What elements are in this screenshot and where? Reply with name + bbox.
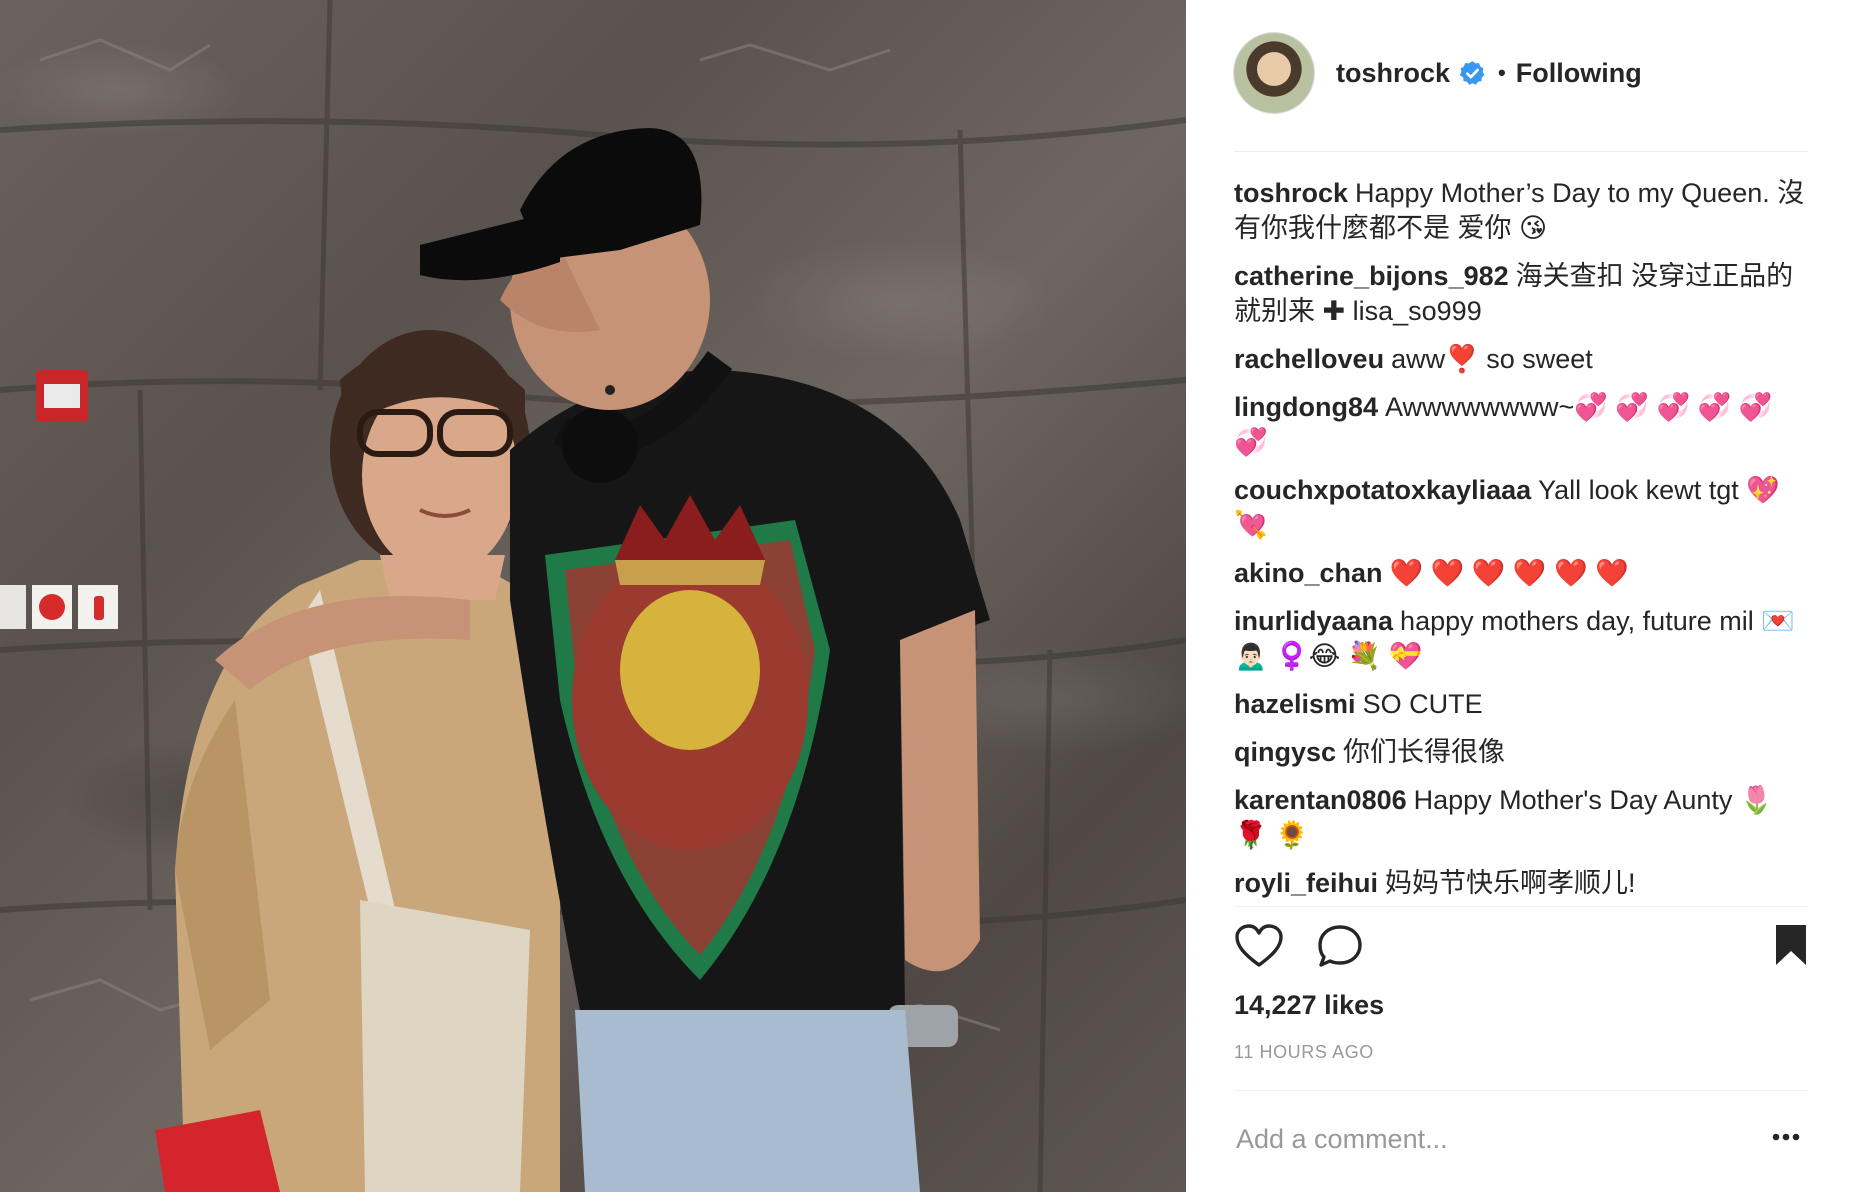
comment-text: ❤️ ❤️ ❤️ ❤️ ❤️ ❤️ [1389, 558, 1629, 588]
comments-list: toshrock Happy Mother’s Day to my Queen. … [1234, 176, 1808, 914]
following-button[interactable]: Following [1516, 58, 1642, 89]
comment-author[interactable]: rachelloveu [1234, 344, 1384, 374]
post-timestamp: 11 HOURS AGO [1234, 1042, 1374, 1062]
comment: couchxpotatoxkayliaaa Yall look kewt tgt … [1234, 473, 1808, 543]
footer-divider [1234, 1090, 1808, 1091]
comment-text: 你们长得很像 [1343, 737, 1506, 767]
comment: catherine_bijons_982 海关查扣 没穿过正品的就别来 ✚ lis… [1234, 259, 1808, 329]
comment-author[interactable]: royli_feihui [1234, 868, 1378, 898]
comments-divider [1234, 906, 1808, 907]
comment: hazelismi SO CUTE [1234, 687, 1808, 722]
comment: karentan0806 Happy Mother's Day Aunty 🌷 🌹… [1234, 783, 1808, 853]
comment-author[interactable]: catherine_bijons_982 [1234, 261, 1509, 291]
caption: toshrock Happy Mother’s Day to my Queen. … [1234, 176, 1808, 246]
add-comment-input[interactable] [1234, 1118, 1698, 1160]
action-bar [1234, 923, 1808, 973]
post-sidebar: toshrock • Following toshrock Happy Mothe… [1186, 0, 1852, 1192]
comment-author[interactable]: lingdong84 [1234, 392, 1378, 422]
comment-text: 妈妈节快乐啊孝顺儿! [1385, 868, 1636, 898]
likes-count[interactable]: 14,227 likes [1234, 990, 1384, 1021]
comment: rachelloveu aww❣️ so sweet [1234, 342, 1808, 377]
comment-author[interactable]: hazelismi [1234, 689, 1356, 719]
comment-text: aww❣️ so sweet [1391, 344, 1593, 374]
post-header: toshrock • Following [1234, 33, 1808, 113]
red-phone [155, 1110, 280, 1192]
comment: qingysc 你们长得很像 [1234, 735, 1808, 770]
man-jeans [575, 1010, 920, 1192]
comment: inurlidyaana happy mothers day, future mi… [1234, 604, 1808, 674]
post-photo[interactable] [0, 0, 1186, 1192]
ellipsis-icon[interactable] [1772, 1128, 1800, 1146]
header-divider [1234, 151, 1808, 152]
lion-face [620, 590, 760, 750]
author-username[interactable]: toshrock [1336, 58, 1450, 89]
comment-author[interactable]: qingysc [1234, 737, 1336, 767]
instagram-post: toshrock • Following toshrock Happy Mothe… [0, 0, 1852, 1192]
avatar[interactable] [1234, 33, 1314, 113]
comment-author[interactable]: karentan0806 [1234, 785, 1407, 815]
comment-author[interactable]: toshrock [1234, 178, 1348, 208]
comment-author[interactable]: akino_chan [1234, 558, 1383, 588]
comment: lingdong84 Awwwwwwww~💞 💞 💞 💞 💞 💞 [1234, 390, 1808, 460]
comment-author[interactable]: couchxpotatoxkayliaaa [1234, 475, 1531, 505]
header-separator: • [1498, 60, 1506, 85]
bookmark-filled-icon[interactable] [1774, 923, 1808, 972]
photo-illustration [0, 0, 1186, 1192]
comment-author[interactable]: inurlidyaana [1234, 606, 1393, 636]
comment: akino_chan ❤️ ❤️ ❤️ ❤️ ❤️ ❤️ [1234, 556, 1808, 591]
comment: royli_feihui 妈妈节快乐啊孝顺儿! [1234, 866, 1808, 901]
woman-bag [360, 900, 530, 1192]
comment-text: SO CUTE [1362, 689, 1483, 719]
verified-badge-icon [1459, 60, 1486, 87]
speech-bubble-icon[interactable] [1316, 923, 1364, 974]
heart-outline-icon[interactable] [1234, 923, 1284, 974]
